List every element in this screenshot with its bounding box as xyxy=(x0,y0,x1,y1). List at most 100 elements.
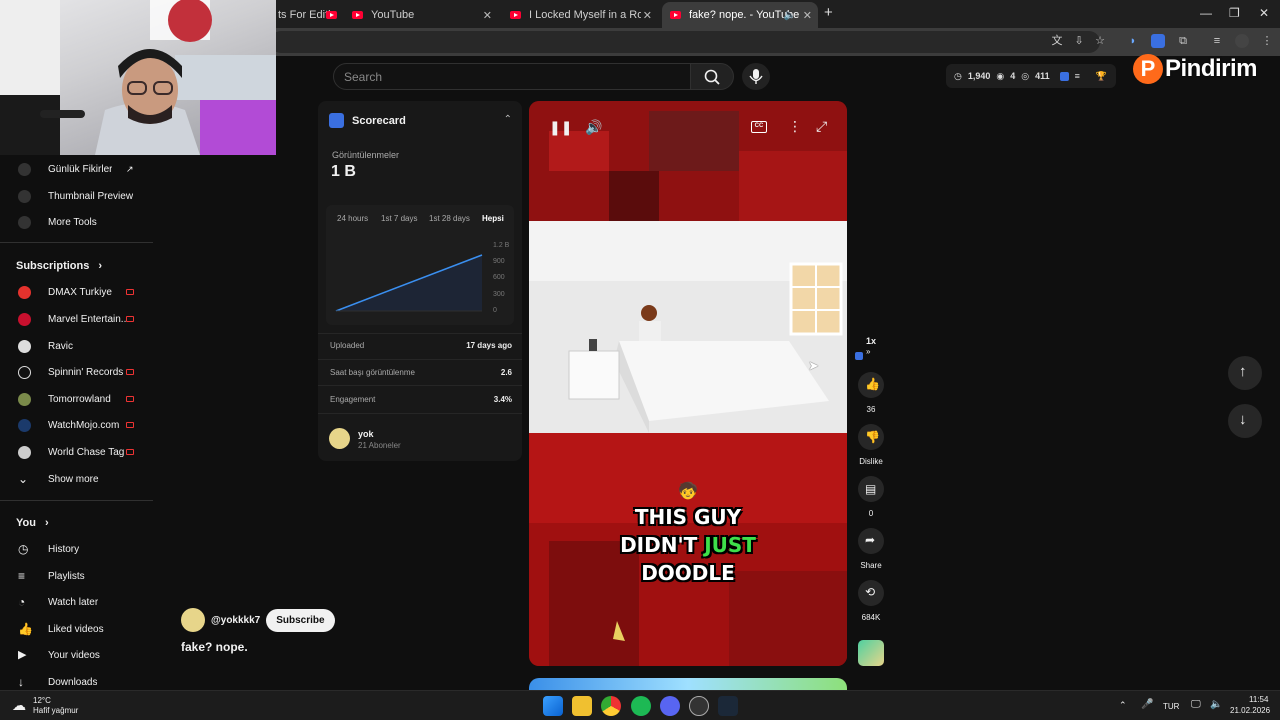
sidebar-item-subscription[interactable]: World Chase Tag xyxy=(0,439,153,465)
show-more-button[interactable]: ⌄ Show more xyxy=(0,466,153,492)
pause-icon[interactable]: ❚❚ xyxy=(549,119,572,136)
bookmark-star-icon[interactable]: ☆ xyxy=(1093,34,1107,48)
tab-audio-icon[interactable]: 🔈 xyxy=(784,10,796,21)
sidebar-item-subscription[interactable]: Ravic xyxy=(0,333,153,359)
watching-icon: ◎ xyxy=(1021,70,1030,81)
volume-icon[interactable]: 🔊 xyxy=(585,119,602,136)
search-input[interactable]: Search xyxy=(333,63,691,90)
list-icon: ≡ xyxy=(1074,71,1080,81)
range-tab-24h[interactable]: 24 hours xyxy=(337,214,368,223)
share-button[interactable]: ➦ xyxy=(858,528,884,554)
next-short-button[interactable]: ↓ xyxy=(1228,404,1262,438)
clock-time[interactable]: 11:54 xyxy=(1249,695,1268,704)
tab-close-icon[interactable]: ✕ xyxy=(803,9,812,22)
browser-tab[interactable]: YouTube ✕ xyxy=(344,4,498,26)
fullscreen-icon[interactable]: ⤢ xyxy=(816,118,827,135)
extension-audio-icon[interactable]: ◗ xyxy=(1126,34,1140,48)
sidebar-item-your-videos[interactable]: ▶ Your videos xyxy=(0,642,153,668)
extensions-puzzle-icon[interactable]: ⧉ xyxy=(1176,34,1190,48)
playback-speed-button[interactable]: 1x xyxy=(846,336,896,346)
language-indicator[interactable]: TUR xyxy=(1163,702,1179,711)
minimize-button[interactable]: — xyxy=(1200,6,1212,20)
weather-temp: 12°C xyxy=(33,696,51,705)
sidebar-item-subscription[interactable]: WatchMojo.com xyxy=(0,412,153,438)
window-close-button[interactable]: ✕ xyxy=(1259,6,1269,20)
browser-tab-active[interactable]: fake? nope. - YouTube 🔈 ✕ xyxy=(662,2,818,28)
discord-icon[interactable] xyxy=(660,696,680,716)
chart-tick: 600 xyxy=(493,274,505,281)
collapse-chevron-icon[interactable]: ⌃ xyxy=(504,114,512,125)
channel-handle[interactable]: @yokkkk7 xyxy=(211,615,260,626)
more-options-icon[interactable]: ⋮ xyxy=(788,118,802,135)
shorts-video-player[interactable]: ❚❚ 🔊 CC ⋮ ⤢ 🧒 THIS GUY DIDN'T JUST DOODL… xyxy=(529,101,847,666)
sidebar-item-subscription[interactable]: Spinnin' Records xyxy=(0,359,153,385)
tab-close-icon[interactable]: ✕ xyxy=(643,9,652,22)
sidebar-divider xyxy=(0,242,153,243)
comment-icon: ▤ xyxy=(865,482,877,496)
address-bar[interactable] xyxy=(270,31,1100,53)
search-button[interactable] xyxy=(690,63,734,90)
previous-short-button[interactable]: ↑ xyxy=(1228,356,1262,390)
vidiq-badge-icon xyxy=(855,352,863,360)
tab-close-icon[interactable]: ✕ xyxy=(483,9,492,22)
channel-avatar[interactable] xyxy=(181,608,205,632)
live-indicator-icon xyxy=(126,289,134,295)
sidebar-item-subscription[interactable]: DMAX Turkiye xyxy=(0,279,153,305)
clock-date[interactable]: 21.02.2026 xyxy=(1230,706,1270,715)
external-link-icon: ↗ xyxy=(126,163,134,174)
translate-icon[interactable]: 文 xyxy=(1050,34,1064,48)
extension-stats-bar[interactable]: ◷ 1,940 ◉ 4 ◎ 411 ≡ 🏆 xyxy=(946,64,1116,88)
sidebar-item-more-tools[interactable]: More Tools xyxy=(0,209,153,235)
dislike-button[interactable]: 👎 xyxy=(858,424,884,450)
sidebar-item-playlists[interactable]: ≡ Playlists xyxy=(0,563,153,589)
speaker-icon[interactable]: 🔈 xyxy=(1210,699,1222,710)
app-icon[interactable] xyxy=(689,696,709,716)
network-icon[interactable]: 🖵 xyxy=(1191,699,1201,710)
microphone-tray-icon[interactable]: 🎤 xyxy=(1141,699,1153,710)
range-tab-7d[interactable]: 1st 7 days xyxy=(381,214,417,223)
sound-thumbnail[interactable] xyxy=(858,640,884,666)
remix-button[interactable]: ⟲ xyxy=(858,580,884,606)
you-heading[interactable]: You › xyxy=(16,517,49,529)
captions-icon[interactable]: CC xyxy=(751,121,767,133)
browser-tab[interactable]: I Locked Myself in a Room Unt ✕ xyxy=(502,4,658,26)
vidiq-tool-icon xyxy=(18,162,31,176)
new-tab-button[interactable]: + xyxy=(824,4,833,21)
sidebar-item-history[interactable]: ◷ History xyxy=(0,536,153,562)
youtube-favicon-icon xyxy=(326,11,337,19)
reading-list-icon[interactable]: ≡ xyxy=(1210,34,1224,48)
sidebar-item-liked-videos[interactable]: 👍 Liked videos xyxy=(0,616,153,642)
sidebar-item-thumbnail-preview[interactable]: Thumbnail Preview xyxy=(0,183,153,209)
extension-vidiq-icon[interactable] xyxy=(1151,34,1165,48)
voice-search-button[interactable] xyxy=(742,63,770,90)
sidebar-item-gunluk-fikirler[interactable]: Günlük Fikirler ↗ xyxy=(0,156,153,182)
mouse-cursor-icon: ➤ xyxy=(808,358,819,373)
row-divider xyxy=(318,333,522,334)
weather-icon[interactable]: ☁ xyxy=(12,697,26,714)
browser-menu-icon[interactable]: ⋮ xyxy=(1260,34,1274,48)
spotify-icon[interactable] xyxy=(631,696,651,716)
subscribe-button[interactable]: Subscribe xyxy=(266,608,335,632)
steam-icon[interactable] xyxy=(718,696,738,716)
like-button[interactable]: 👍 xyxy=(858,372,884,398)
browser-tab[interactable]: ts For Editin xyxy=(270,4,340,26)
channel-avatar xyxy=(18,445,31,459)
chrome-icon[interactable] xyxy=(601,696,621,716)
caption-highlight: JUST xyxy=(704,533,756,557)
tray-chevron-icon[interactable]: ⌃ xyxy=(1119,700,1127,711)
sidebar-item-subscription[interactable]: Tomorrowland xyxy=(0,386,153,412)
range-tab-all[interactable]: Hepsi xyxy=(482,214,504,223)
profile-avatar[interactable] xyxy=(1235,34,1249,48)
maximize-button[interactable]: ❐ xyxy=(1229,6,1240,20)
next-short-preview[interactable] xyxy=(529,678,847,690)
sidebar-item-subscription[interactable]: Marvel Entertain... xyxy=(0,306,153,332)
install-app-icon[interactable]: ⇩ xyxy=(1072,34,1086,48)
scorecard-header[interactable]: Scorecard ⌃ xyxy=(318,101,522,139)
comments-button[interactable]: ▤ xyxy=(858,476,884,502)
file-explorer-icon[interactable] xyxy=(572,696,592,716)
subscriptions-heading[interactable]: Subscriptions › xyxy=(16,260,102,272)
range-tab-28d[interactable]: 1st 28 days xyxy=(429,214,470,223)
start-button-icon[interactable] xyxy=(543,696,563,716)
sidebar-item-watch-later[interactable]: ◔ Watch later xyxy=(0,589,153,615)
short-title: fake? nope. xyxy=(181,640,248,654)
